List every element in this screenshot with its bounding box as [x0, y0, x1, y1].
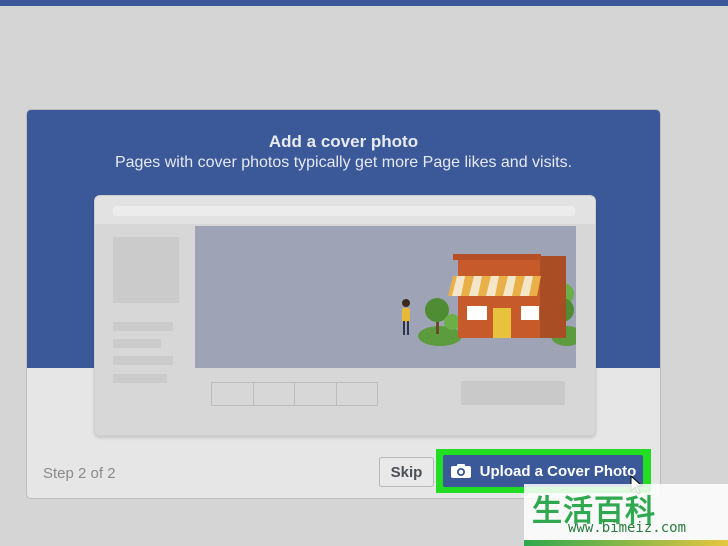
top-bar: [0, 0, 728, 6]
skip-button[interactable]: Skip: [379, 457, 434, 487]
upload-cover-photo-button[interactable]: Upload a Cover Photo: [443, 455, 643, 487]
preview-url-bar: [113, 206, 575, 216]
preview-tab: [254, 383, 295, 405]
preview-tab: [337, 383, 378, 405]
preview-side-line: [113, 356, 173, 365]
preview-profile-box: [113, 237, 179, 303]
upload-button-label: Upload a Cover Photo: [479, 462, 637, 480]
preview-like-button: [461, 381, 565, 405]
dialog-subtitle: Pages with cover photos typically get mo…: [114, 154, 573, 171]
preview-side-line: [113, 322, 173, 331]
preview-side-line: [113, 374, 167, 383]
preview-tab: [212, 383, 254, 405]
watermark: 生活百科 www.bimeiz.com: [524, 484, 728, 546]
camera-icon: [450, 464, 471, 478]
cover-illustration: [195, 226, 576, 368]
watermark-stripe: [524, 540, 728, 546]
preview-tab: [295, 383, 337, 405]
dialog-title: Add a cover photo: [268, 132, 419, 151]
watermark-url: www.bimeiz.com: [568, 520, 687, 536]
preview-tabs: [211, 382, 378, 406]
page-preview-illustration: [94, 195, 596, 436]
preview-side-line: [113, 339, 161, 348]
step-indicator: Step 2 of 2: [43, 465, 116, 482]
